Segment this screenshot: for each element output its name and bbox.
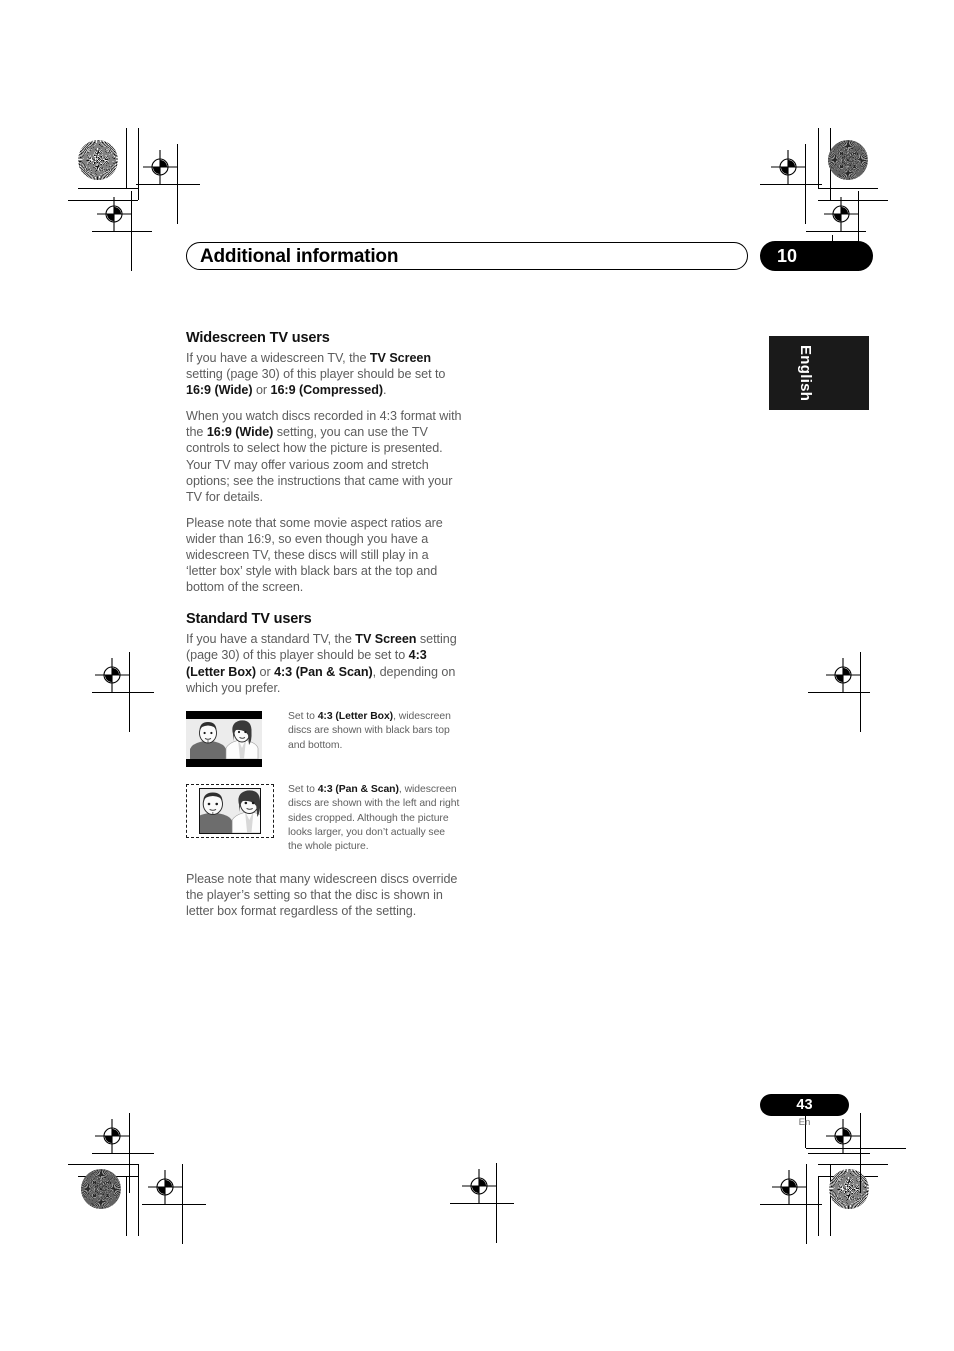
document-page: Additional information 10 English Widesc… — [0, 0, 954, 1351]
page-number: 43 — [796, 1097, 813, 1113]
letterbox-picture — [186, 718, 262, 759]
paragraph: When you watch discs recorded in 4:3 for… — [186, 409, 462, 504]
paragraph: Please note that some movie aspect ratio… — [186, 515, 443, 595]
closing-note: Please note that many widescreen discs o… — [186, 871, 462, 919]
letterbox-tv-thumbnail — [186, 710, 282, 767]
section-heading-standard: Standard TV users — [186, 611, 312, 628]
section-body-widescreen: If you have a widescreen TV, the TV Scre… — [186, 350, 462, 595]
chapter-title: Additional information — [200, 246, 399, 267]
two-people-illustration-icon — [186, 718, 262, 759]
two-people-illustration-icon — [200, 788, 260, 833]
figure-panscan: Set to 4:3 (Pan & Scan), widescreen disc… — [186, 783, 462, 855]
letterbox-screen-frame — [186, 710, 262, 767]
figure-letterbox: Set to 4:3 (Letter Box), widescreen disc… — [186, 710, 462, 767]
chapter-number: 10 — [777, 246, 798, 266]
content-column: Widescreen TV users If you have a widesc… — [186, 330, 462, 919]
page-number-suffix: En — [798, 1117, 811, 1128]
paragraph: If you have a standard TV, the TV Screen… — [186, 632, 457, 695]
section-body-standard: If you have a standard TV, the TV Screen… — [186, 631, 462, 695]
paragraph: If you have a widescreen TV, the TV Scre… — [186, 351, 446, 398]
paragraph: Please note that many widescreen discs o… — [186, 871, 458, 918]
figure-caption-panscan: Set to 4:3 (Pan & Scan), widescreen disc… — [288, 783, 460, 853]
panscan-picture — [200, 788, 260, 833]
figure-list: Set to 4:3 (Letter Box), widescreen disc… — [186, 710, 462, 855]
section-heading-widescreen: Widescreen TV users — [186, 330, 330, 346]
language-tab-label: English — [797, 345, 815, 402]
panscan-full-frame-dashed — [186, 783, 274, 838]
figure-caption-letterbox: Set to 4:3 (Letter Box), widescreen disc… — [288, 710, 451, 751]
panscan-cropped-frame — [199, 787, 261, 834]
panscan-tv-thumbnail — [186, 783, 282, 838]
